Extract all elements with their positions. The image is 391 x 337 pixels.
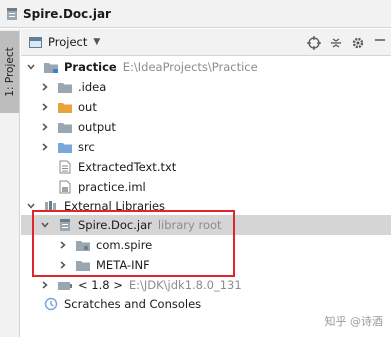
jdk-path: E:\JDK\jdk1.8.0_131 [128,278,242,292]
collapse-all-icon[interactable] [325,32,347,54]
chevron-right-icon[interactable] [39,81,51,93]
tree-item-label: .idea [78,80,107,94]
tree-row-meta-inf[interactable]: META-INF [21,255,391,275]
tree-row-spire-doc-jar[interactable]: Spire.Doc.jar library root [21,215,391,235]
tree-row-src[interactable]: src [21,137,391,157]
module-folder-icon [43,60,59,74]
chevron-right-icon[interactable] [39,121,51,133]
tree-row-scratches[interactable]: Scratches and Consoles [21,294,391,314]
tree-item-label: output [78,120,116,134]
chevron-down-icon[interactable] [39,219,51,231]
folder-icon [57,80,73,94]
folder-icon [57,120,73,134]
project-root-path: E:\IdeaProjects\Practice [122,60,258,74]
locate-icon[interactable] [303,32,325,54]
source-folder-icon [57,140,73,154]
tree-row-com-spire[interactable]: com.spire [21,235,391,255]
chevron-right-icon[interactable] [57,259,69,271]
library-hint: library root [157,218,222,232]
chevron-right-icon[interactable] [39,141,51,153]
chevron-right-icon[interactable] [39,279,51,291]
jdk-label: < 1.8 > [78,278,123,292]
watermark: 知乎 @诗酒 [324,315,384,328]
folder-icon [75,258,91,272]
tree-item-label: ExtractedText.txt [78,160,177,174]
tree-item-label: External Libraries [64,199,166,213]
tree-row-extracted-text[interactable]: ExtractedText.txt [21,157,391,177]
project-tool-tab-label: 1: Project [3,47,16,97]
left-tool-strip: 1: Project [0,29,20,337]
chevron-down-icon[interactable] [25,200,37,212]
project-view-icon [29,36,42,48]
chevron-right-icon[interactable] [57,239,69,251]
project-tree: Practice E:\IdeaProjects\Practice .idea … [21,57,391,337]
chevron-right-icon[interactable] [39,101,51,113]
tree-row-jdk[interactable]: < 1.8 > E:\JDK\jdk1.8.0_131 [21,275,391,295]
tree-row-practice-iml[interactable]: practice.iml [21,177,391,197]
chevron-down-icon: ▼ [93,37,101,47]
tree-row-idea[interactable]: .idea [21,77,391,97]
view-selector[interactable]: Project ▼ [21,29,100,55]
tree-item-label: src [78,140,95,154]
chevron-down-icon[interactable] [25,61,37,73]
tree-item-label: Scratches and Consoles [64,297,202,311]
tree-row-project-root[interactable]: Practice E:\IdeaProjects\Practice [21,57,391,77]
package-icon [75,238,91,252]
excluded-folder-icon [57,100,73,114]
breadcrumb: Spire.Doc.jar [0,0,391,28]
project-tool-tab[interactable]: 1: Project [0,31,19,113]
module-file-icon [57,180,73,194]
tree-row-output[interactable]: output [21,117,391,137]
jdk-icon [57,278,73,292]
tree-row-out[interactable]: out [21,97,391,117]
libraries-icon [43,199,59,213]
tree-row-external-libraries[interactable]: External Libraries [21,196,391,216]
view-selector-label: Project [48,35,88,49]
breadcrumb-title[interactable]: Spire.Doc.jar [23,7,111,21]
settings-icon[interactable] [347,32,369,54]
library-name: Spire.Doc.jar [78,218,152,232]
scratches-icon [43,297,59,311]
project-toolbar: Project ▼ [21,29,391,56]
tree-item-label: META-INF [96,258,150,272]
jar-icon [7,7,17,20]
hide-icon[interactable] [369,32,391,54]
project-root-name: Practice [64,60,117,74]
tree-item-label: practice.iml [78,180,146,194]
text-file-icon [57,160,73,174]
jar-icon [57,218,73,232]
tree-item-label: out [78,100,97,114]
tree-item-label: com.spire [96,238,153,252]
